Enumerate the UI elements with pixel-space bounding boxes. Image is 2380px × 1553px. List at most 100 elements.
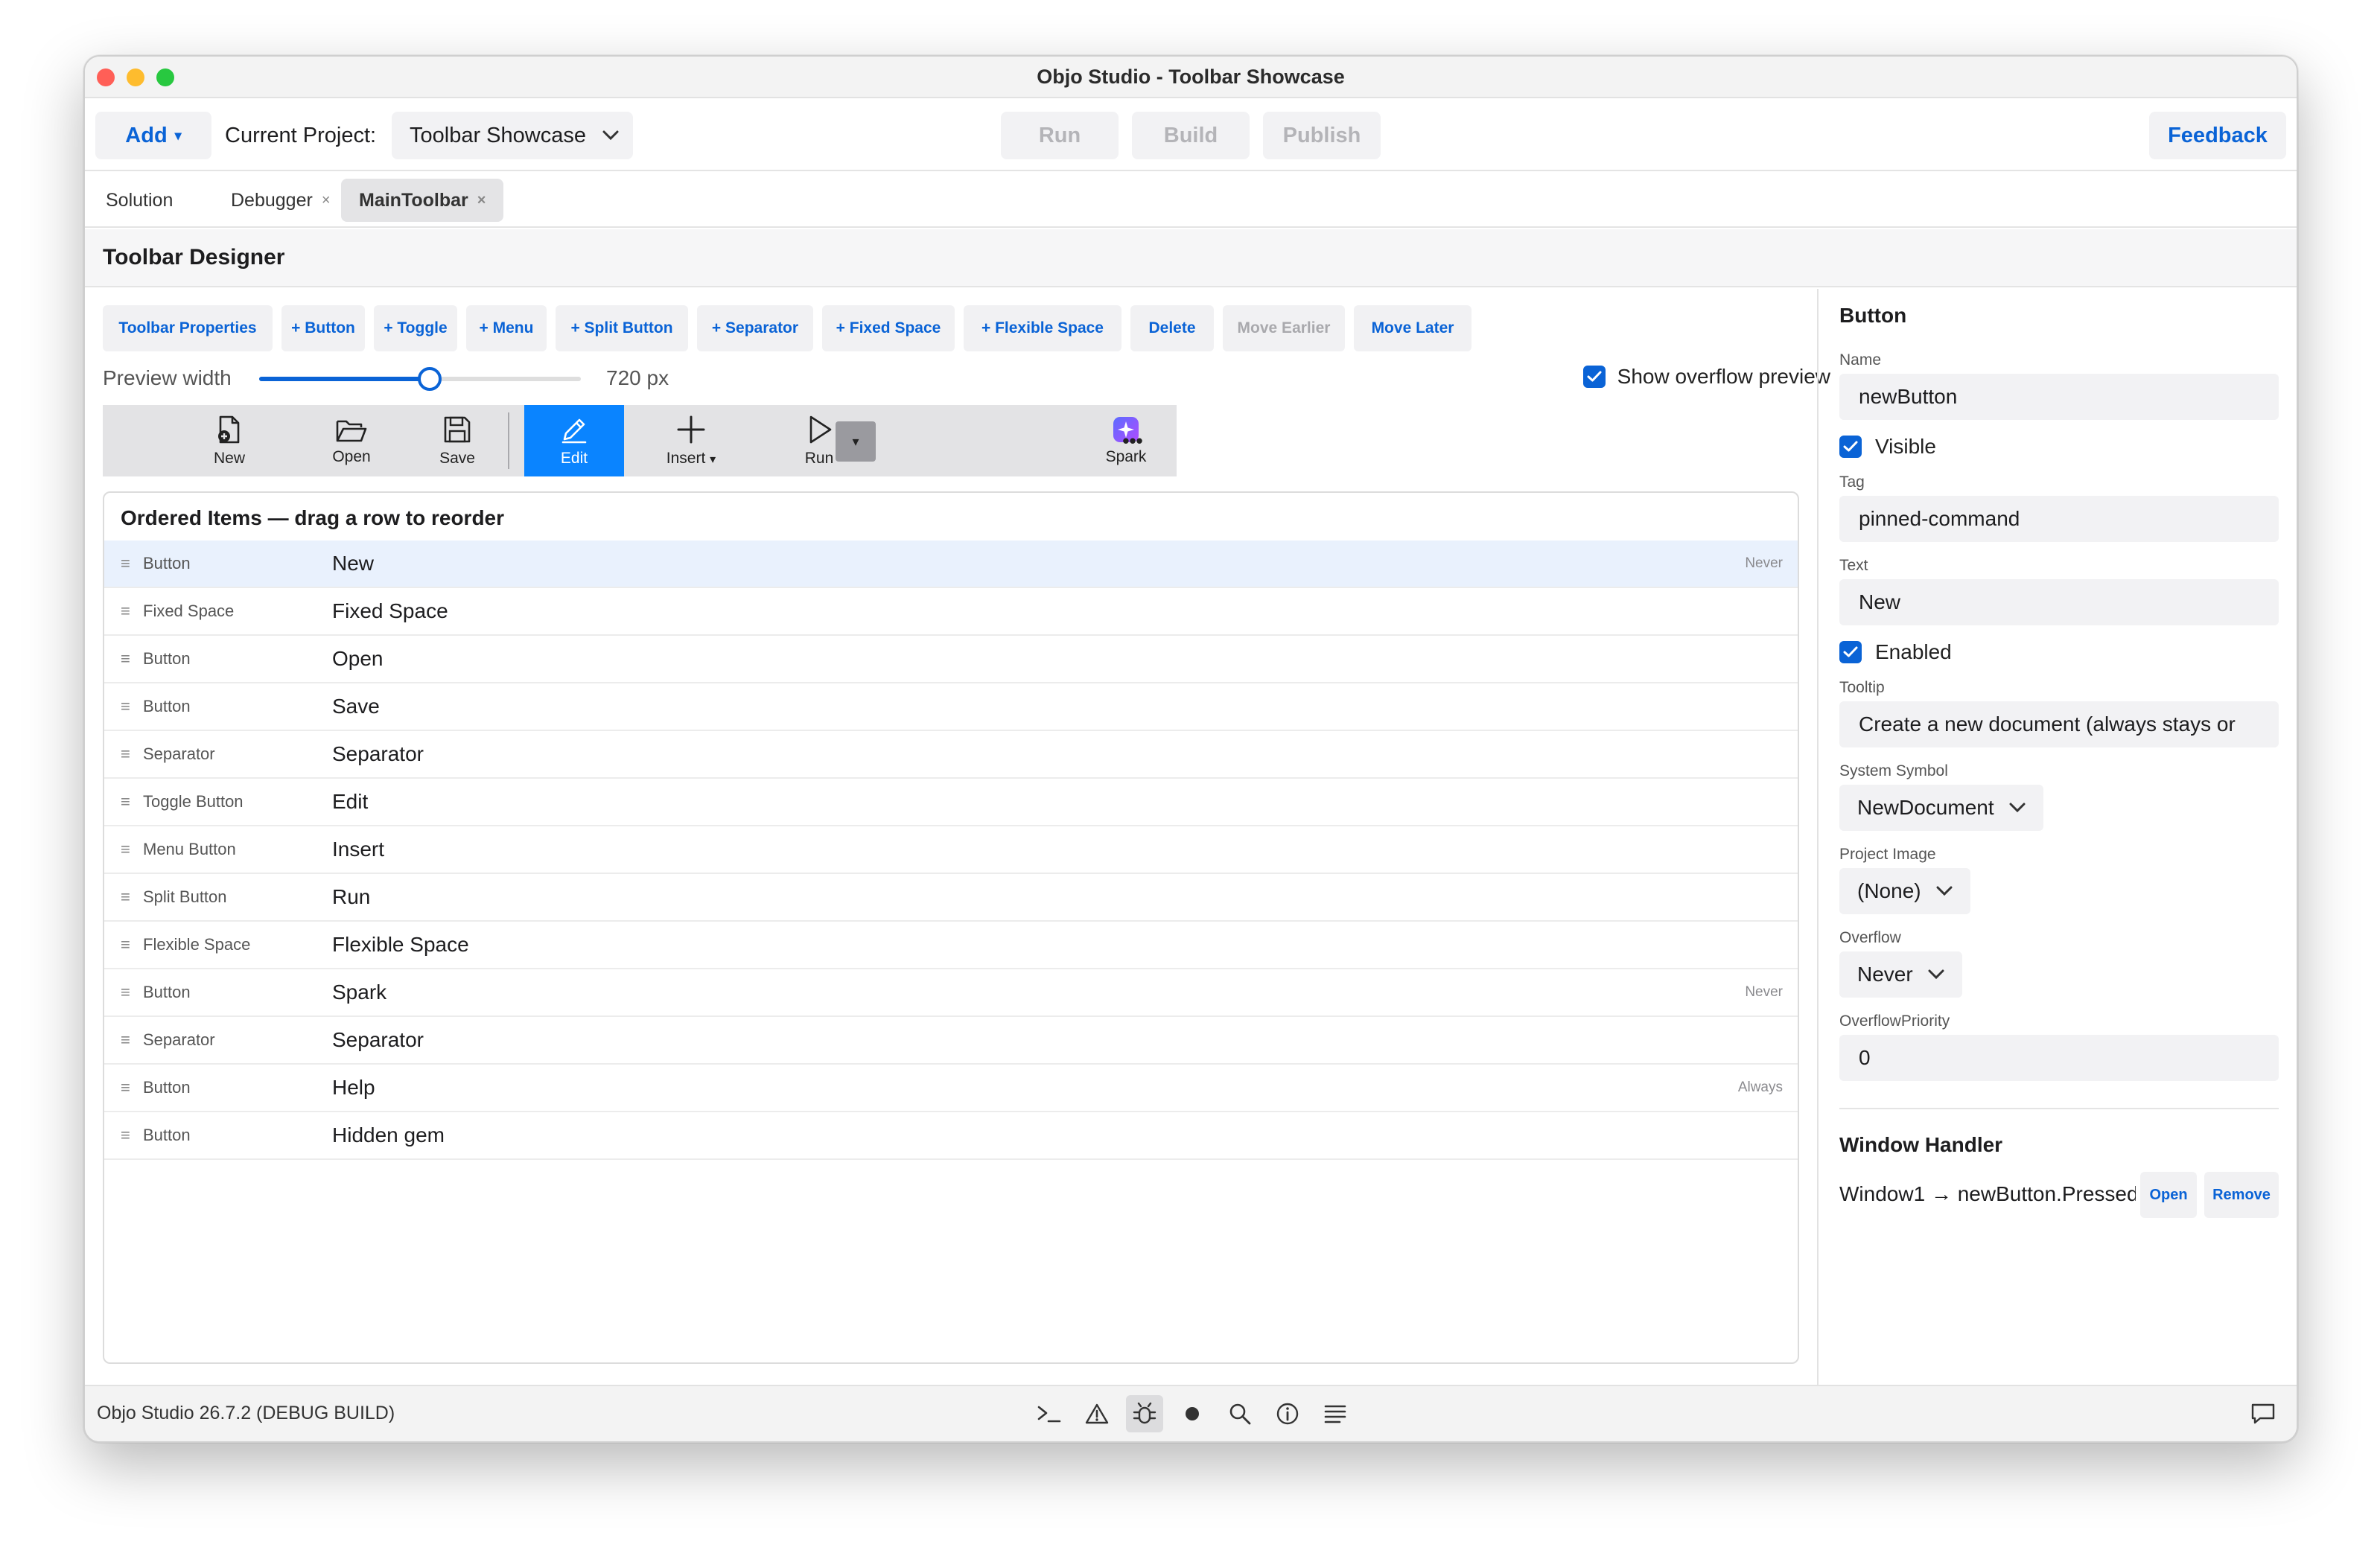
publish-button[interactable]: Publish [1263, 112, 1381, 159]
preview-insert-menu[interactable]: Insert ▾ [639, 405, 743, 476]
move-earlier-button[interactable]: Move Earlier [1223, 305, 1345, 351]
current-project-label: Current Project: [225, 124, 377, 147]
terminal-icon[interactable] [1031, 1395, 1068, 1432]
preview-edit-toggle[interactable]: Edit [524, 405, 624, 476]
minimize-window-button[interactable] [127, 68, 144, 86]
preview-new-button[interactable]: New [177, 405, 281, 476]
build-button[interactable]: Build [1132, 112, 1250, 159]
preview-width-slider[interactable] [259, 367, 581, 391]
run-button-label: Run [1038, 123, 1081, 147]
text-field[interactable]: New [1839, 579, 2279, 625]
drag-handle-icon[interactable]: ≡ [121, 792, 130, 811]
row-label: Open [332, 647, 384, 670]
name-label: Name [1839, 351, 1882, 369]
enabled-checkbox[interactable]: Enabled [1839, 640, 1952, 664]
toolbar-properties-button[interactable]: Toolbar Properties [103, 305, 273, 351]
window-handler-text: Window1 → newButton.Pressed [1839, 1182, 2136, 1205]
table-row[interactable]: ≡ Split Button Run [104, 874, 1798, 922]
chevron-down-icon [602, 130, 619, 141]
drag-handle-icon[interactable]: ≡ [121, 744, 130, 764]
tab-solution[interactable]: Solution [88, 179, 191, 222]
overflow-priority-field[interactable]: 0 [1839, 1035, 2279, 1081]
open-handler-button[interactable]: Open [2140, 1172, 2197, 1218]
table-row[interactable]: ≡ Button Save [104, 683, 1798, 731]
designer-title: Toolbar Designer [103, 245, 285, 270]
add-flexible-space-item-button[interactable]: + Flexible Space [964, 305, 1121, 351]
drag-handle-icon[interactable]: ≡ [121, 649, 130, 669]
pane-divider[interactable] [1817, 289, 1819, 1388]
window-handler-title: Window Handler [1839, 1133, 2003, 1156]
overflow-label: Overflow [1839, 929, 1901, 946]
add-toggle-item-button[interactable]: + Toggle [374, 305, 457, 351]
table-row[interactable]: ≡ Button Hidden gem [104, 1112, 1798, 1160]
warning-icon[interactable] [1078, 1395, 1116, 1432]
row-kind: Button [143, 554, 191, 573]
drag-handle-icon[interactable]: ≡ [121, 554, 130, 573]
add-separator-item-button[interactable]: + Separator [697, 305, 813, 351]
tooltip-field[interactable]: Create a new document (always stays or [1839, 701, 2279, 747]
overflow-more-button[interactable]: ••• [1107, 405, 1159, 476]
drag-handle-icon[interactable]: ≡ [121, 602, 130, 621]
table-row[interactable]: ≡ Toggle Button Edit [104, 779, 1798, 826]
preview-open-button[interactable]: Open [299, 405, 404, 476]
drag-handle-icon[interactable]: ≡ [121, 983, 130, 1002]
row-kind: Button [143, 1078, 191, 1097]
tag-field[interactable]: pinned-command [1839, 496, 2279, 542]
row-kind: Separator [143, 744, 215, 763]
drag-handle-icon[interactable]: ≡ [121, 840, 130, 859]
slider-knob[interactable] [417, 367, 442, 391]
feedback-button[interactable]: Feedback [2149, 112, 2286, 159]
zoom-window-button[interactable] [156, 68, 174, 86]
add-button-item-button[interactable]: + Button [281, 305, 365, 351]
close-window-button[interactable] [97, 68, 115, 86]
row-kind: Button [143, 697, 191, 715]
table-row[interactable]: ≡ Flexible Space Flexible Space [104, 922, 1798, 969]
list-icon[interactable] [1317, 1395, 1354, 1432]
move-later-button[interactable]: Move Later [1354, 305, 1471, 351]
drag-handle-icon[interactable]: ≡ [121, 887, 130, 907]
table-row[interactable]: ≡ Button Open [104, 636, 1798, 683]
tab-debugger[interactable]: Debugger × [213, 179, 349, 222]
drag-handle-icon[interactable]: ≡ [121, 697, 130, 716]
close-tab-icon[interactable]: × [477, 192, 486, 209]
visible-checkbox[interactable]: Visible [1839, 435, 1936, 459]
search-icon[interactable] [1221, 1395, 1259, 1432]
close-tab-icon[interactable]: × [322, 192, 331, 209]
chat-bubble-icon[interactable] [2250, 1403, 2276, 1429]
show-overflow-preview-checkbox[interactable]: Show overflow preview [1582, 365, 1830, 389]
drag-handle-icon[interactable]: ≡ [121, 1030, 130, 1050]
run-button[interactable]: Run [1001, 112, 1119, 159]
drag-handle-icon[interactable]: ≡ [121, 1078, 130, 1097]
add-menu-item-button[interactable]: + Menu [466, 305, 547, 351]
remove-handler-button[interactable]: Remove [2204, 1172, 2279, 1218]
row-label: New [332, 552, 375, 575]
name-field[interactable]: newButton [1839, 374, 2279, 420]
table-row[interactable]: ≡ Menu Button Insert [104, 826, 1798, 874]
row-label: Spark [332, 980, 387, 1004]
table-row[interactable]: ≡ Separator Separator [104, 731, 1798, 779]
split-dropdown-button[interactable]: ▾ [836, 421, 876, 462]
table-row[interactable]: ≡ Button New Never [104, 540, 1798, 588]
info-icon[interactable] [1269, 1395, 1306, 1432]
record-icon[interactable] [1174, 1395, 1211, 1432]
project-image-select[interactable]: (None) [1839, 868, 1970, 914]
add-fixed-space-item-button[interactable]: + Fixed Space [822, 305, 955, 351]
system-symbol-select[interactable]: NewDocument [1839, 785, 2043, 831]
preview-save-button[interactable]: Save [405, 405, 509, 476]
add-split-button-item-button[interactable]: + Split Button [556, 305, 688, 351]
table-row[interactable]: ≡ Fixed Space Fixed Space [104, 588, 1798, 636]
delete-button[interactable]: Delete [1130, 305, 1214, 351]
row-overflow-badge: Always [1737, 1080, 1783, 1095]
table-row[interactable]: ≡ Button Help Always [104, 1065, 1798, 1112]
add-button[interactable]: Add ▾ [95, 112, 211, 159]
bug-icon[interactable] [1126, 1395, 1163, 1432]
caret-down-icon: ▾ [852, 433, 859, 449]
project-select[interactable]: Toolbar Showcase [392, 112, 633, 159]
row-kind: Split Button [143, 887, 227, 906]
overflow-select[interactable]: Never [1839, 951, 1962, 998]
tab-maintoolbar[interactable]: MainToolbar × [341, 179, 504, 222]
drag-handle-icon[interactable]: ≡ [121, 935, 130, 954]
table-row[interactable]: ≡ Separator Separator [104, 1017, 1798, 1065]
table-row[interactable]: ≡ Button Spark Never [104, 969, 1798, 1017]
drag-handle-icon[interactable]: ≡ [121, 1126, 130, 1145]
